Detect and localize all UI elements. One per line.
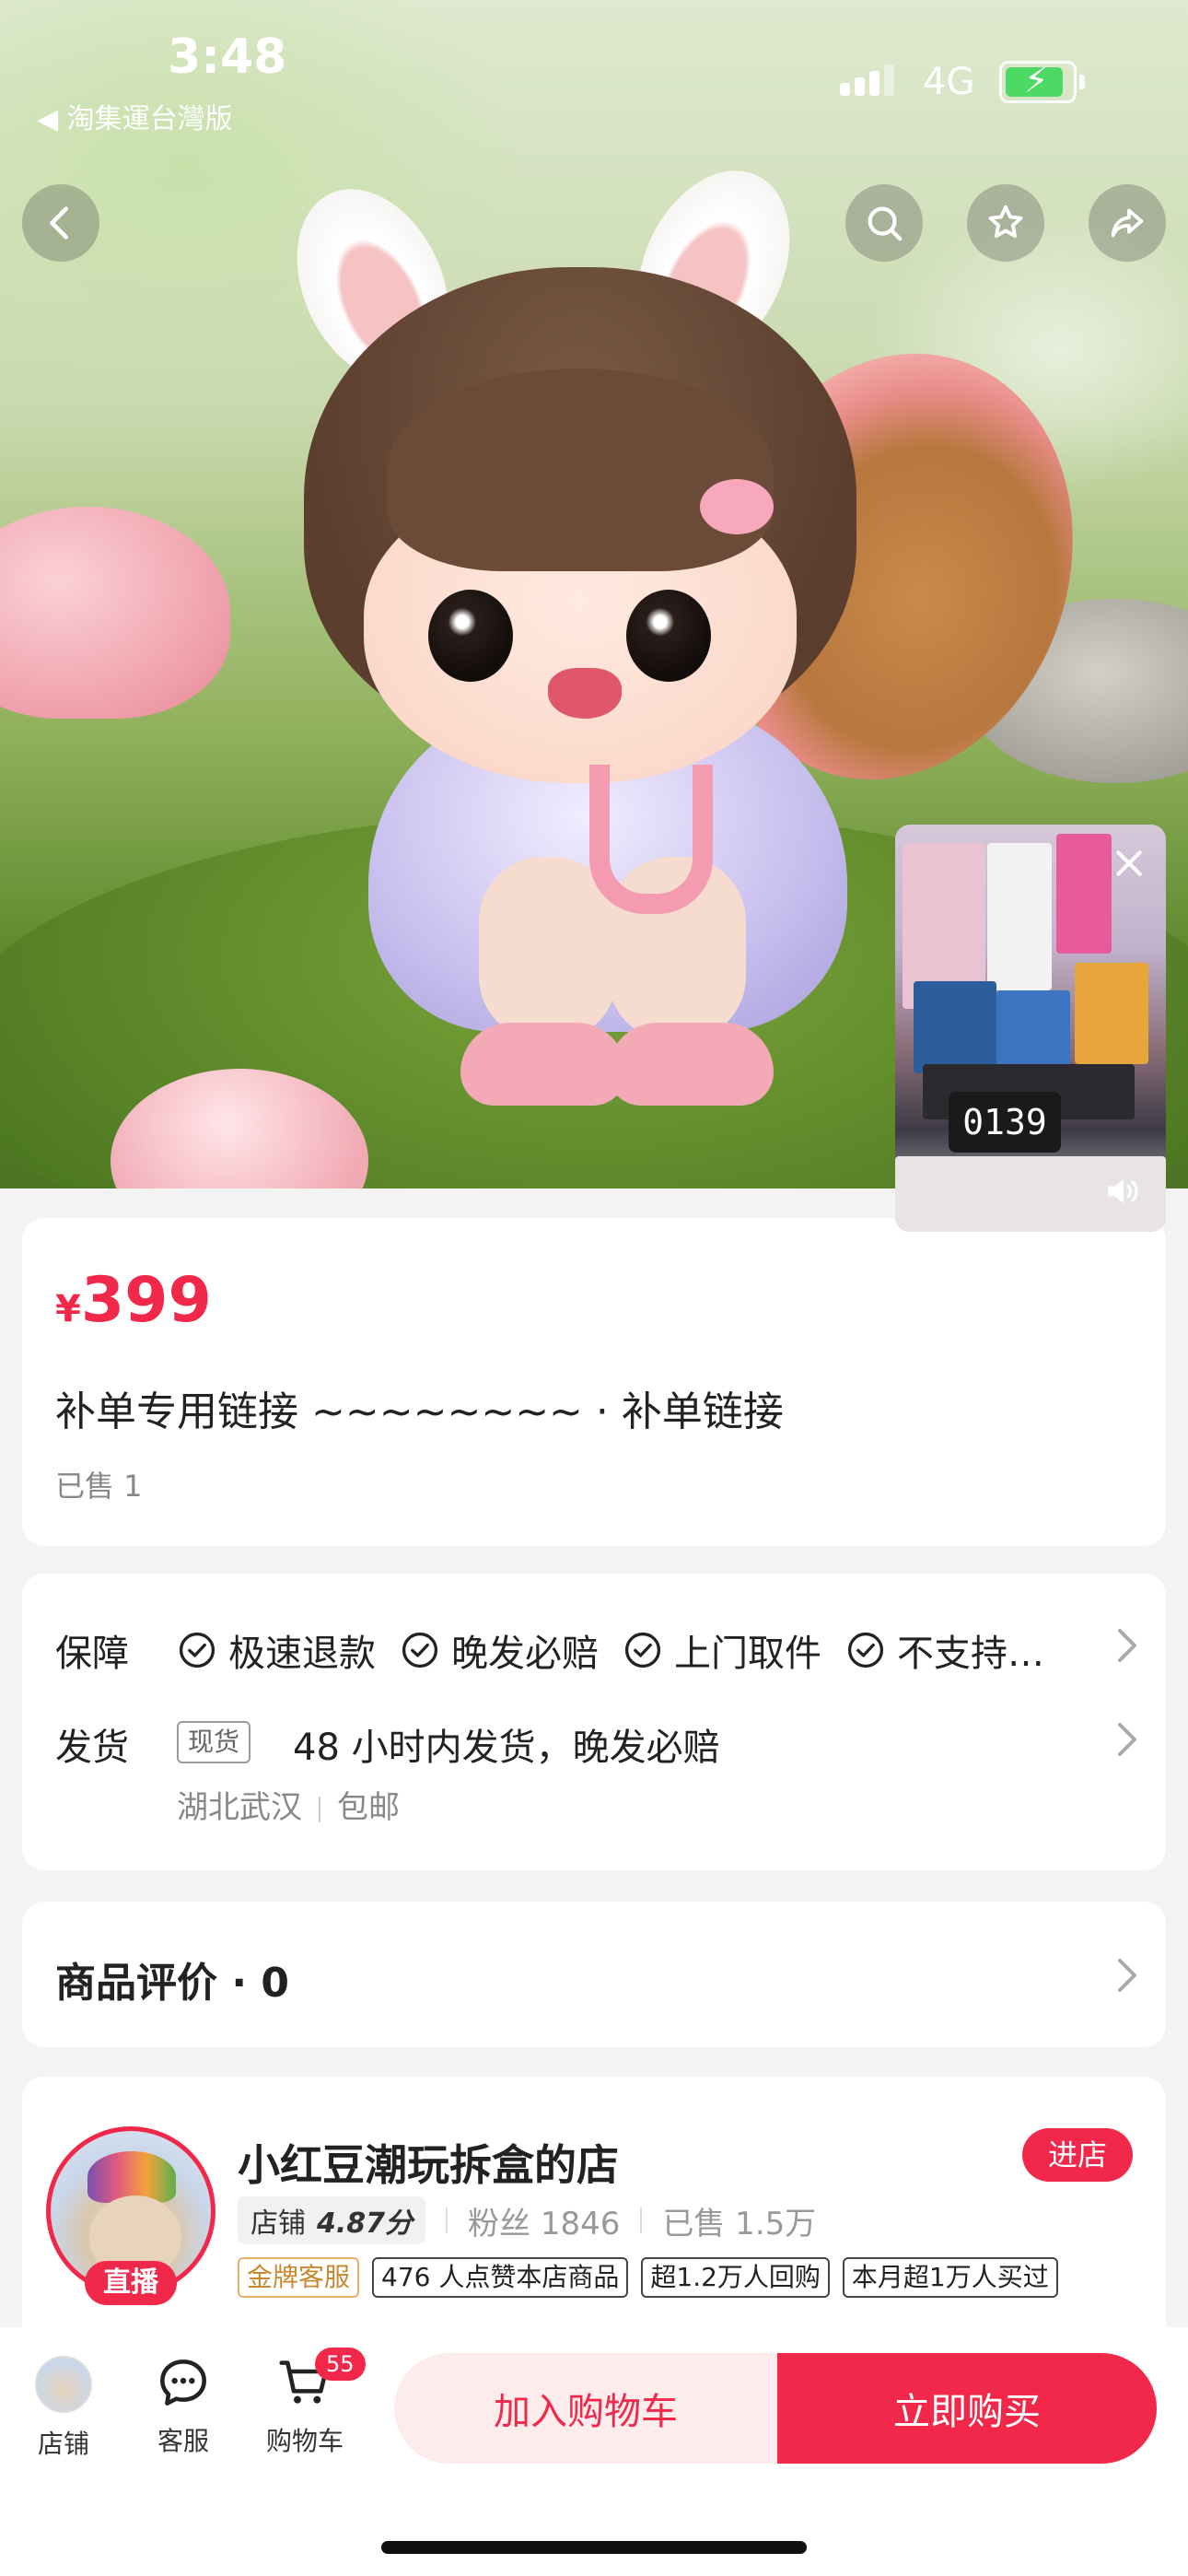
video-clock: 0139 (949, 1092, 1061, 1153)
mushroom-left (0, 507, 230, 719)
guarantee-item: 不支持… (845, 1623, 1044, 1677)
shop-tag: 476 人点赞本店商品 (372, 2257, 629, 2298)
currency-symbol: ¥ (55, 1288, 81, 1330)
share-button[interactable] (1089, 184, 1166, 262)
doll-mouth (548, 668, 622, 719)
check-circle-icon (624, 1632, 661, 1669)
check-circle-icon (179, 1632, 215, 1669)
favorite-button[interactable] (967, 184, 1044, 262)
stock-tag: 现货 (177, 1721, 251, 1763)
search-icon (868, 206, 903, 241)
guarantee-item: 晚发必赔 (400, 1623, 599, 1677)
chat-bubble-icon (160, 2359, 206, 2406)
shop-tag: 本月超1万人买过 (842, 2257, 1058, 2298)
shop-avatar-icon (35, 2356, 92, 2413)
status-time: 3:48 (168, 29, 287, 85)
close-icon[interactable] (1111, 845, 1147, 882)
check-circle-icon (847, 1632, 884, 1669)
shipping-text[interactable]: 48 小时内发货，晚发必赔 (293, 1717, 720, 1771)
add-to-cart-button[interactable]: 加入购物车 (394, 2353, 777, 2464)
network-type: 4G (923, 61, 975, 103)
shop-rating: 店铺 4.87分 (238, 2196, 426, 2244)
star-icon (988, 205, 1023, 239)
guarantee-item: 上门取件 (623, 1623, 821, 1677)
buy-now-button[interactable]: 立即购买 (777, 2353, 1157, 2464)
postage-info: 包邮 (337, 1789, 400, 1826)
back-icon (50, 206, 69, 240)
doll-bangs (387, 369, 774, 571)
share-icon (1111, 208, 1144, 238)
shipping-origin: 湖北武汉 (177, 1789, 302, 1826)
shop-sold-count: 已售 1.5万 (662, 2205, 817, 2242)
doll-eye-left (428, 590, 513, 682)
doll-hair-bow (700, 479, 774, 534)
shipping-origin-row: 湖北武汉 包邮 (177, 1782, 400, 1827)
review-title: 商品评价 · 0 (55, 1960, 289, 2007)
tab-service-label: 客服 (157, 2426, 209, 2456)
guarantee-item: 极速退款 (177, 1623, 376, 1677)
home-indicator[interactable] (381, 2541, 807, 2554)
chevron-right-icon[interactable] (1114, 1721, 1140, 1758)
volume-icon[interactable] (1101, 1171, 1142, 1212)
bottom-action-bar: 店铺 客服 55 购物车 加入购物车 立即购买 (0, 2327, 1188, 2576)
guarantee-label: 保障 (55, 1633, 129, 1675)
tab-shop-label: 店铺 (37, 2429, 89, 2459)
signal-icon (840, 64, 899, 96)
doll-shoe-right (608, 1023, 774, 1106)
check-circle-icon (402, 1632, 438, 1669)
price-value: 399 (80, 1264, 212, 1337)
shipping-label: 发货 (55, 1727, 129, 1769)
tab-customer-service[interactable]: 客服 (133, 2353, 234, 2458)
guarantee-row[interactable]: 极速退款 晚发必赔 上门取件 不支持… (177, 1623, 1107, 1677)
product-title: 补单专用链接 ~~~~~~~~ · 补单链接 (55, 1388, 784, 1435)
rating-value: 4.87分 (317, 2207, 413, 2240)
battery-icon: ⚡ (999, 60, 1085, 103)
tab-cart[interactable]: 55 购物车 (254, 2348, 366, 2458)
search-button[interactable] (845, 184, 923, 262)
live-badge[interactable]: 直播 (85, 2261, 177, 2305)
shop-name[interactable]: 小红豆潮玩拆盒的店 (238, 2132, 619, 2193)
product-price: ¥399 (55, 1264, 212, 1337)
shop-tag: 超1.2万人回购 (641, 2257, 830, 2298)
shop-stats: 店铺 4.87分 粉丝 1846 已售 1.5万 (238, 2196, 816, 2244)
chevron-right-icon[interactable] (1114, 1627, 1140, 1664)
enter-shop-button[interactable]: 进店 (1022, 2128, 1133, 2182)
back-button[interactable] (22, 184, 99, 262)
doll-eye-right (626, 590, 711, 682)
umbrella-handle (589, 765, 713, 914)
cart-count-badge: 55 (315, 2348, 366, 2381)
service-card: 保障 极速退款 晚发必赔 上门取件 不支持… 发货 现货 48 小时内发货，晚发… (22, 1574, 1166, 1870)
fans-count: 粉丝 1846 (468, 2205, 621, 2242)
shop-tags: 金牌客服 476 人点赞本店商品 超1.2万人回购 本月超1万人买过 (238, 2257, 1058, 2298)
tab-cart-label: 购物车 (265, 2426, 344, 2456)
back-to-app-link[interactable]: ◀ 淘集運台灣版 (37, 96, 233, 136)
doll-shoe-left (460, 1023, 626, 1106)
sold-count: 已售 1 (55, 1469, 143, 1504)
tab-shop[interactable]: 店铺 (13, 2353, 114, 2461)
floating-video-player[interactable]: 0139 (895, 825, 1166, 1232)
chevron-right-icon[interactable] (1114, 1957, 1140, 1994)
review-card[interactable]: 商品评价 · 0 (22, 1902, 1166, 2047)
status-bar: 3:48 ◀ 淘集運台灣版 4G ⚡ (0, 0, 1188, 138)
price-card: ¥399 补单专用链接 ~~~~~~~~ · 补单链接 已售 1 (22, 1218, 1166, 1546)
shop-tag: 金牌客服 (238, 2257, 360, 2298)
